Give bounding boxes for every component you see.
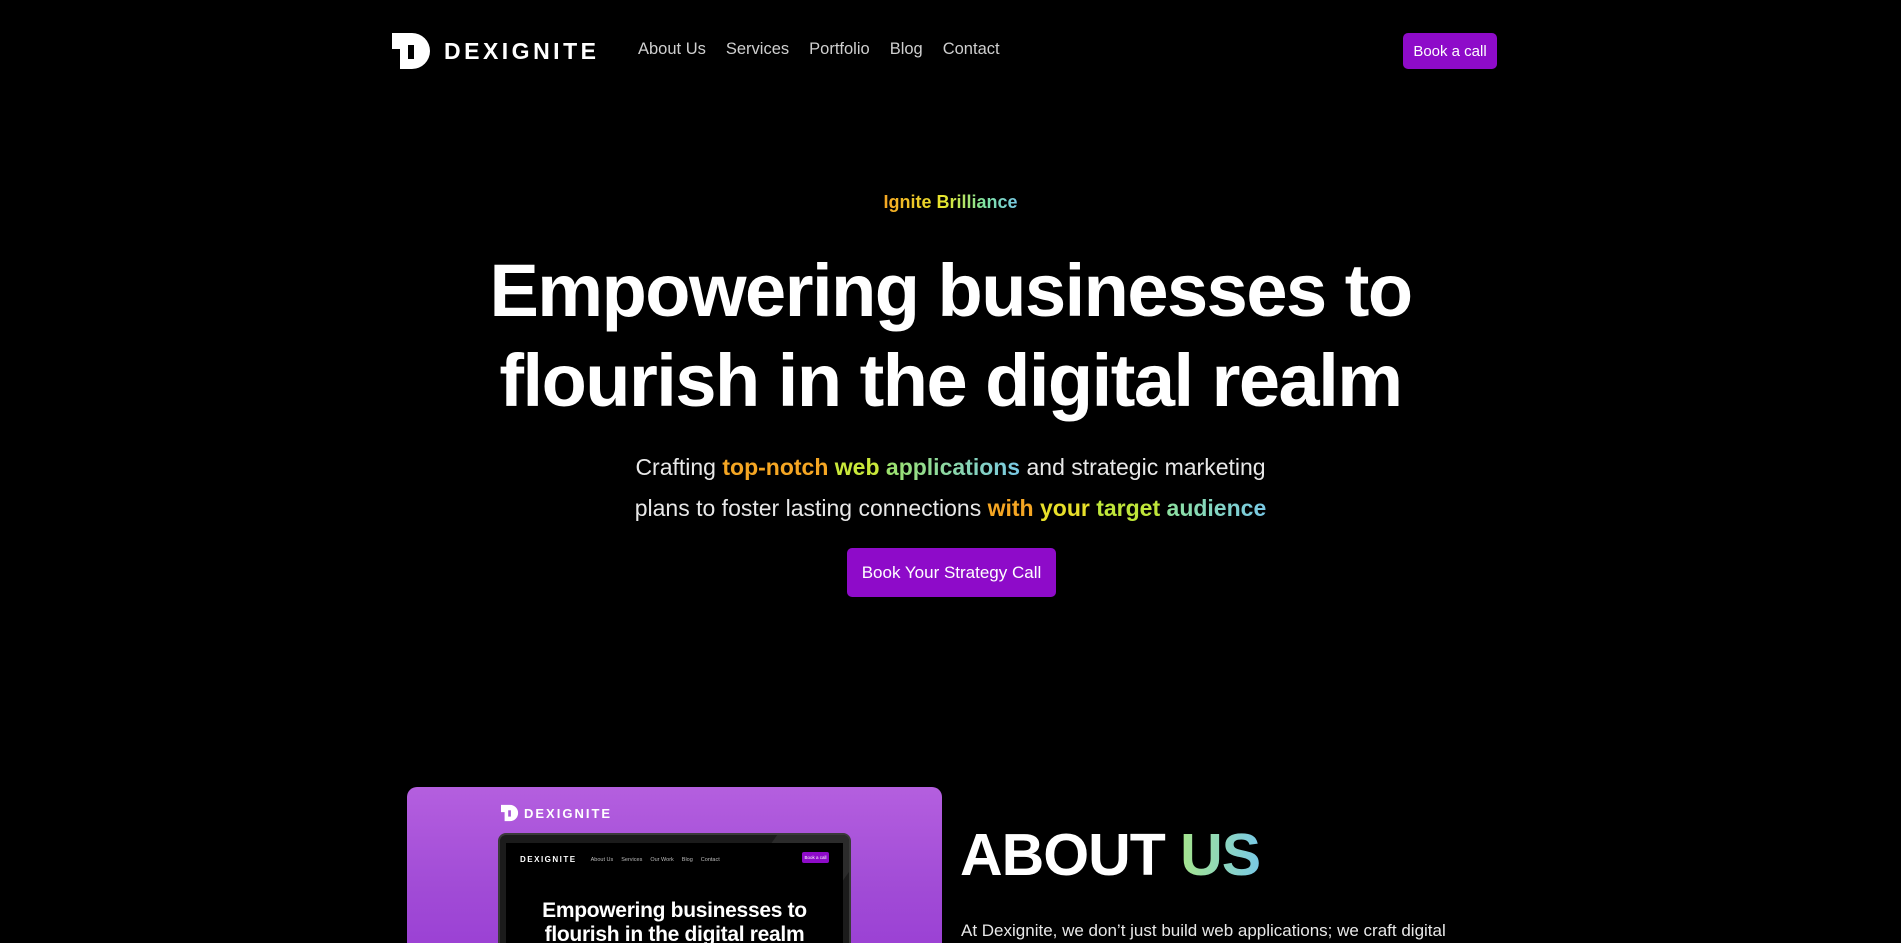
nav-link-about-us[interactable]: About Us	[638, 40, 706, 59]
mockup-link: Services	[621, 856, 643, 863]
sub-text: and strategic marketing	[1020, 454, 1266, 480]
highlight-audience: audience	[1160, 495, 1267, 521]
about-paragraph: At Dexignite, we don’t just build web ap…	[961, 921, 1446, 940]
about-heading: ABOUT US	[960, 822, 1261, 888]
laptop-screen: DEXIGNITE About Us Services Our Work Blo…	[506, 843, 843, 943]
highlight-top-notch: top-notch	[722, 454, 829, 480]
highlight-web: web	[828, 454, 886, 480]
card-brand-name: DEXIGNITE	[524, 805, 613, 821]
dexignite-logo-icon	[501, 804, 519, 822]
hero-subtitle: Crafting top-notch web applications and …	[0, 447, 1901, 529]
mockup-nav: DEXIGNITE About Us Services Our Work Blo…	[520, 855, 720, 864]
brand-name: DEXIGNITE	[444, 37, 600, 64]
hero-title-line-1: Empowering businesses to	[489, 249, 1413, 332]
mockup-link: Blog	[681, 856, 693, 863]
laptop-mockup: DEXIGNITE About Us Services Our Work Blo…	[498, 833, 851, 943]
sub-text: Crafting	[635, 454, 723, 480]
highlight-target: target	[1096, 495, 1161, 521]
highlight-applications: applications	[885, 454, 1021, 480]
book-a-call-button[interactable]: Book a call	[1403, 33, 1497, 69]
card-logo: DEXIGNITE	[500, 804, 612, 822]
book-strategy-call-button[interactable]: Book Your Strategy Call	[847, 548, 1056, 597]
about-heading-us: US	[1180, 822, 1261, 888]
nav-link-contact[interactable]: Contact	[943, 40, 1000, 59]
nav-link-blog[interactable]: Blog	[890, 40, 923, 59]
top-navigation: DEXIGNITE About Us Services Portfolio Bl…	[0, 0, 1901, 102]
highlight-your: your	[1033, 495, 1097, 521]
sub-text: plans to foster lasting connections	[634, 495, 988, 521]
mockup-title-line-1: Empowering businesses to	[542, 899, 807, 922]
hero-eyebrow: Ignite Brilliance	[0, 192, 1901, 213]
mockup-brand: DEXIGNITE	[520, 855, 577, 864]
mockup-link: Our Work	[650, 856, 674, 863]
highlight-with: with	[987, 495, 1034, 521]
hero-title-line-2: flourish in the digital realm	[499, 339, 1403, 422]
mockup-title-line-2: flourish in the digital realm	[544, 923, 805, 943]
dexignite-logo-icon	[392, 33, 430, 69]
brand-logo[interactable]: DEXIGNITE	[390, 31, 599, 71]
about-heading-about: ABOUT	[960, 822, 1181, 888]
about-image-card: DEXIGNITE DEXIGNITE About Us Services Ou…	[407, 787, 942, 943]
nav-link-portfolio[interactable]: Portfolio	[809, 40, 870, 59]
mockup-link: About Us	[590, 856, 614, 863]
eyebrow-text: Ignite Brilliance	[883, 192, 1018, 212]
mockup-title: Empowering businesses to flourish in the…	[506, 899, 843, 943]
hero-title: Empowering businesses to flourish in the…	[0, 246, 1901, 426]
nav-link-services[interactable]: Services	[726, 40, 789, 59]
mockup-link: Contact	[700, 856, 720, 863]
nav-links: About Us Services Portfolio Blog Contact	[638, 40, 1000, 59]
mockup-cta: Book a call	[802, 852, 829, 863]
